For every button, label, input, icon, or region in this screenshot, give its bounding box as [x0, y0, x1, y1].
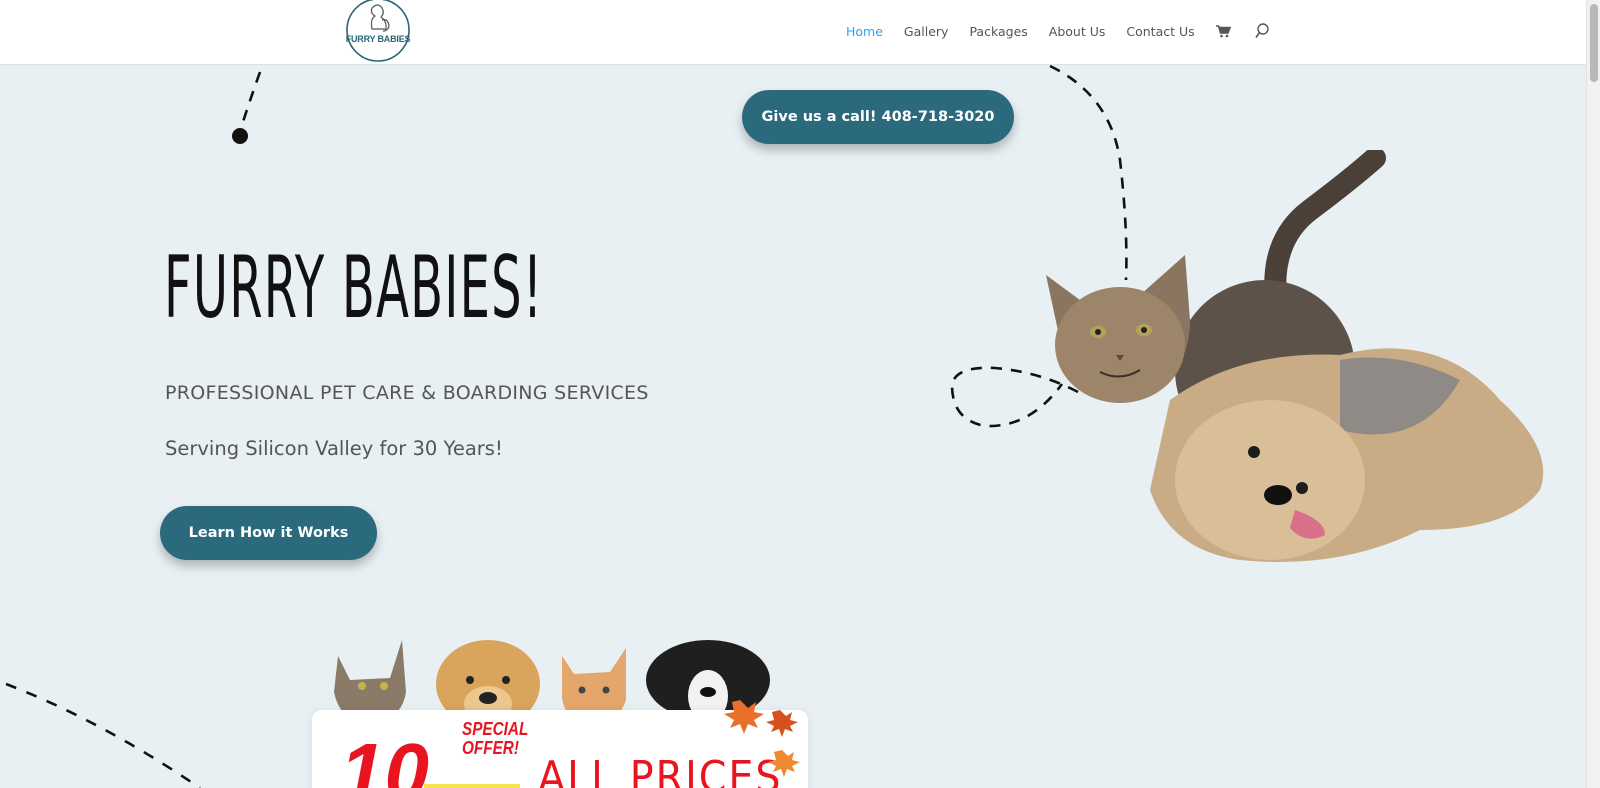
hero-serving-text: Serving Silicon Valley for 30 Years!: [165, 437, 503, 460]
nav-about-us[interactable]: About Us: [1049, 24, 1106, 39]
special-offer-banner[interactable]: 10 SPECIAL OFFER! ALL PRICES: [310, 640, 810, 788]
offer-special-label: SPECIAL OFFER!: [462, 719, 529, 758]
offer-number: 10: [340, 727, 429, 788]
cat-and-dog-image: [1046, 150, 1544, 562]
nav-packages[interactable]: Packages: [969, 24, 1027, 39]
nav-gallery[interactable]: Gallery: [904, 24, 949, 39]
nav-home[interactable]: Home: [846, 24, 883, 39]
scrollbar-thumb[interactable]: [1590, 4, 1598, 82]
call-us-button[interactable]: Give us a call! 408-718-3020: [742, 90, 1014, 144]
cart-icon[interactable]: [1216, 23, 1232, 39]
hero-title: FURRY BABIES!: [164, 238, 544, 338]
autumn-leaves-icon: [724, 700, 800, 777]
main-nav: Home Gallery Packages About Us Contact U…: [846, 23, 1292, 39]
scrollbar[interactable]: [1586, 0, 1600, 788]
logo[interactable]: FURRY BABIES: [344, 0, 412, 63]
offer-highlight-bar: [424, 784, 520, 788]
logo-text: FURRY BABIES: [345, 34, 411, 44]
nav-contact-us[interactable]: Contact Us: [1126, 24, 1194, 39]
logo-emblem-icon: [346, 0, 410, 62]
site-header: FURRY BABIES Home Gallery Packages About…: [0, 0, 1586, 65]
search-icon[interactable]: [1254, 23, 1270, 39]
hero-subtitle: PROFESSIONAL PET CARE & BOARDING SERVICE…: [165, 382, 649, 404]
learn-how-it-works-button[interactable]: Learn How it Works: [160, 506, 377, 560]
